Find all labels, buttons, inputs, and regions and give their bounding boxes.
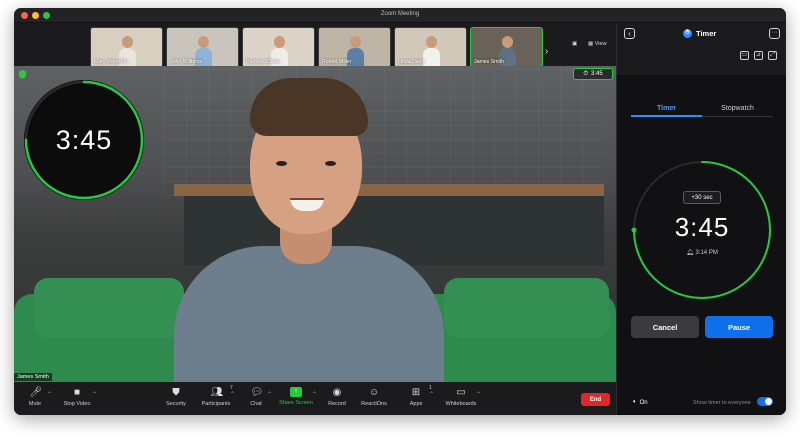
participants-icon: 👥︎ <box>210 387 224 398</box>
participant-name: John Williams <box>170 59 202 65</box>
tab-stopwatch[interactable]: Stopwatch <box>702 105 773 112</box>
participant-thumbnail[interactable]: Linda Davis <box>394 27 467 68</box>
back-chevron-icon[interactable]: ‹ <box>624 28 635 39</box>
title-bar: Zoom Meeting <box>14 8 786 23</box>
panel-header: ‹ ⏱ Timer ··· <box>617 23 786 45</box>
participant-thumbnail[interactable]: Mary JohnsOn <box>90 27 163 68</box>
video-camera-icon: ■ <box>73 387 81 398</box>
end-time-text: 3:14 PM <box>695 250 718 256</box>
end-meeting-button[interactable]: End <box>581 393 610 406</box>
meeting-toolbar: 🎤︎ Mute ⌃ ■ Stop Video ⌃ ⛊ Security 👥︎ P… <box>14 382 616 415</box>
participant-thumbnail[interactable]: Patricia JOnes <box>242 27 315 68</box>
sofa-cushion <box>34 278 184 338</box>
expand-icon[interactable]: ⤢ <box>768 51 777 60</box>
timer-panel-body: Timer Stopwatch +30 sec 3:45 🔔︎ 3:14 PM … <box>617 75 786 415</box>
share-screen-icon: ↑ <box>290 387 302 397</box>
view-button[interactable]: ▦ View <box>588 41 607 47</box>
participant-head <box>198 36 209 48</box>
speaker-icon: 🔈︎ <box>633 399 637 405</box>
chat-bubble-icon: 💬︎ <box>250 387 264 398</box>
tab-timer[interactable]: Timer <box>631 105 702 112</box>
whiteboard-icon: ▭ <box>456 387 466 398</box>
reactions-button[interactable]: ☺︎ ReactiOns <box>351 387 397 407</box>
participant-head <box>426 36 437 48</box>
participant-name: Patricia JOnes <box>246 59 280 65</box>
timer-end-time: 🔔︎ 3:14 PM <box>630 249 774 256</box>
timer-overlay-time: 3:45 <box>55 124 113 155</box>
main-video: ⏱ 3:45 3:45 James Smith <box>14 66 616 382</box>
participant-name: Mary JohnsOn <box>94 59 128 65</box>
participant-name: Robert Miller <box>322 59 352 65</box>
speaker-body <box>174 246 444 382</box>
view-grid-icon: ▦ <box>588 41 594 47</box>
strip-lock-icon[interactable]: ▣ <box>572 41 577 47</box>
reaction-smile-icon: ☺︎ <box>368 387 380 398</box>
pin-icon[interactable]: ⊿ <box>754 51 763 60</box>
participant-thumbnail[interactable]: Robert Miller <box>318 27 391 68</box>
shield-icon: ⛊ <box>172 387 180 398</box>
kitchen-wall <box>164 66 604 196</box>
show-timer-label: Show timer to everyone <box>693 400 751 406</box>
speaker-name-label: James Smith <box>14 373 52 381</box>
stopwatch-icon: ⏱ <box>583 70 588 77</box>
show-timer-toggle[interactable] <box>757 397 773 406</box>
timer-panel: ‹ ⏱ Timer ··· ▭ ⊿ ⤢ Timer Stopwatch +30 … <box>616 23 786 415</box>
zoom-window: Zoom Meeting Mary JohnsOn John Williams Pa… <box>14 8 786 415</box>
apps-options-chevron-icon[interactable]: ⌃ <box>429 391 434 398</box>
sound-label: On <box>639 399 648 406</box>
whiteboard-options-chevron-icon[interactable]: ⌃ <box>476 391 481 398</box>
panel-title: ⏱ Timer <box>683 29 716 38</box>
speaker-eye <box>325 161 336 166</box>
participant-head <box>350 36 361 48</box>
panel-title-text: Timer <box>696 29 717 38</box>
cancel-button[interactable]: Cancel <box>631 316 699 338</box>
timer-remaining: 3:45 <box>674 212 730 242</box>
sofa-cushion <box>444 278 609 338</box>
participant-body <box>119 48 136 67</box>
more-options-icon[interactable]: ··· <box>769 28 780 39</box>
participant-head <box>122 36 133 48</box>
participant-body <box>347 48 364 67</box>
participant-head <box>274 36 285 48</box>
participant-body <box>423 48 440 67</box>
participant-name: James Smith <box>474 59 504 65</box>
window-title: Zoom Meeting <box>380 11 420 17</box>
popout-icon[interactable]: ▭ <box>740 51 749 60</box>
participant-body <box>271 48 288 67</box>
speaker-eye <box>276 161 287 166</box>
sound-toggle[interactable]: 🔈︎ On <box>633 399 648 406</box>
video-options-chevron-icon[interactable]: ⌃ <box>92 391 97 398</box>
speaker-hair <box>250 78 368 136</box>
bell-icon: 🔔︎ <box>686 250 694 256</box>
participant-body <box>195 48 212 67</box>
timer-badge[interactable]: ⏱ 3:45 <box>573 68 613 80</box>
participant-thumbnail[interactable]: James Smith <box>470 27 543 68</box>
participant-head <box>502 36 513 48</box>
apps-icon: ⊞ <box>411 387 421 398</box>
chat-options-chevron-icon[interactable]: ⌃ <box>267 391 272 398</box>
participant-figure <box>423 36 440 67</box>
view-label: View <box>594 41 607 47</box>
next-page-chevron-icon[interactable]: › <box>545 46 548 57</box>
microphone-icon: 🎤︎ <box>29 387 43 398</box>
participant-thumbnail[interactable]: John Williams <box>166 27 239 68</box>
timer-icon: ⏱ <box>683 29 692 38</box>
timer-tabs: Timer Stopwatch <box>631 103 773 117</box>
record-icon: ◉ <box>332 387 342 398</box>
audio-options-chevron-icon[interactable]: ⌃ <box>47 391 52 398</box>
add-30-seconds-button[interactable]: +30 sec <box>683 191 721 204</box>
participant-body <box>499 48 516 67</box>
pause-button[interactable]: Pause <box>705 316 773 338</box>
active-tab-indicator <box>631 115 702 117</box>
kitchen-counter <box>174 184 604 196</box>
participant-name: Linda Davis <box>398 59 426 65</box>
timer-badge-text: 3:45 <box>591 71 603 77</box>
